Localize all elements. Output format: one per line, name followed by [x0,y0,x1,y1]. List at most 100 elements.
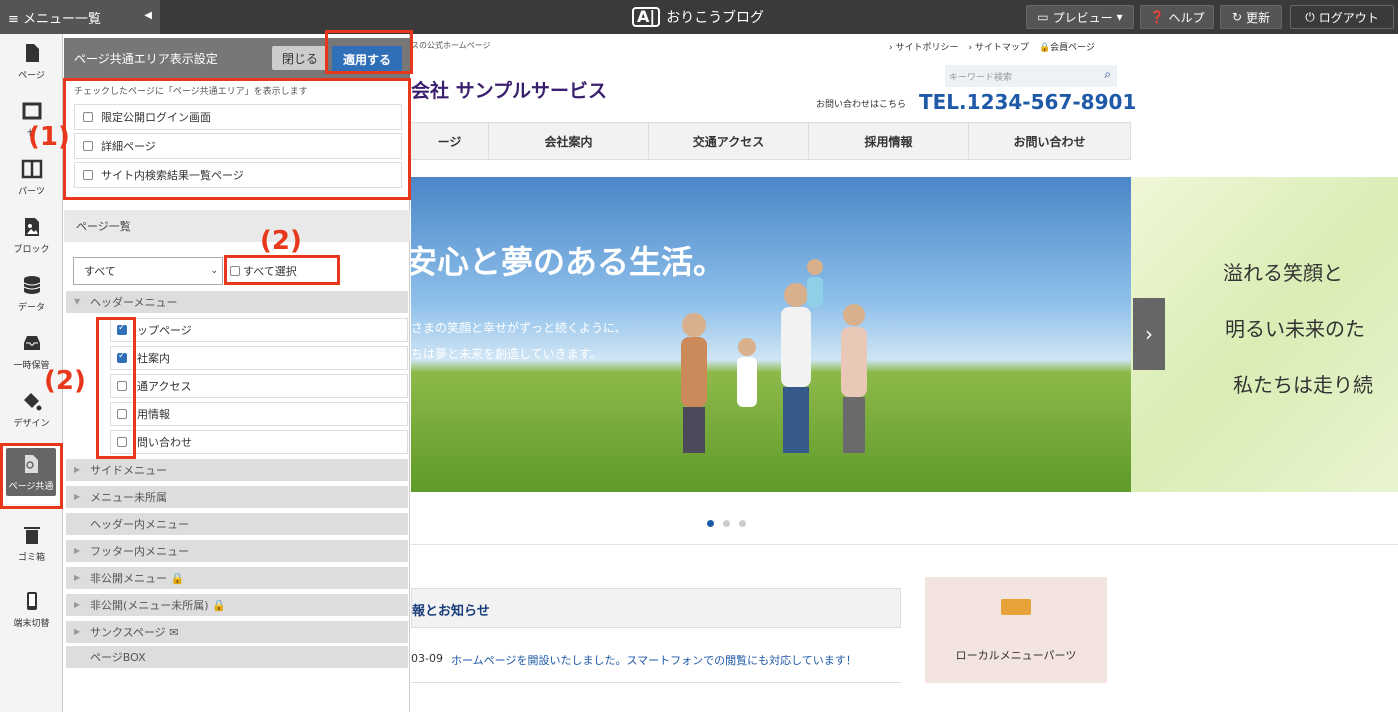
lock-icon: 🔒 [212,598,226,612]
site-nav-item[interactable]: ージ [411,123,489,160]
slider-dot[interactable] [723,520,730,527]
chevron-right-icon: ▶ [74,492,81,501]
member-link[interactable]: 🔒会員ページ [1039,40,1095,53]
local-menu-parts[interactable]: ローカルメニューパーツ [925,577,1107,683]
sitemap-link[interactable]: › サイトマップ [968,40,1028,53]
apply-button[interactable]: 適用する [332,46,402,72]
site-search[interactable]: キーワード検索 ⌕ [945,65,1117,87]
question-icon: ❓ [1149,10,1165,24]
page-row[interactable]: ップページ [110,318,408,342]
page-row[interactable]: 社案内 [110,346,408,370]
logout-button[interactable]: ⏻ ログアウト [1290,5,1394,29]
option-label: 限定公開ログイン画面 [101,111,211,124]
group-label: 非公開メニュー [90,572,167,585]
chevron-down-icon: ▼ [74,297,81,306]
lock-icon: 🔒 [1038,43,1051,53]
nav-parts[interactable]: パーツ [0,152,63,208]
nav-page-common[interactable]: ページ共通 [0,444,63,504]
preview-button[interactable]: ▭ プレビュー ▾ [1026,5,1134,29]
option-row[interactable]: 詳細ページ [74,133,402,159]
refresh-button[interactable]: ↻ 更新 [1220,5,1282,29]
page-label: ップページ [137,324,192,337]
slider-dots [707,520,746,527]
page-checkbox[interactable] [117,409,127,419]
group-label: ヘッダーメニュー [90,296,178,309]
group-side-menu[interactable]: ▶ サイドメニュー [66,459,408,481]
chevron-right-icon: ▶ [74,627,81,636]
chevron-right-icon: ▶ [74,600,81,609]
select-all-checkbox[interactable] [230,266,240,276]
nav-trash-label: ゴミ箱 [17,553,45,563]
site-nav-item[interactable]: 採用情報 [809,123,969,160]
chevron-down-icon: ▾ [1116,10,1123,24]
nav-data[interactable]: データ [0,268,63,324]
image-icon [24,218,39,236]
page-checkbox[interactable] [117,437,127,447]
site-nav-item[interactable]: 会社案内 [489,123,649,160]
brand: A| おりこうブログ [632,7,764,27]
group-unassigned[interactable]: ▶ メニュー未所属 [66,486,408,508]
help-button[interactable]: ❓ ヘルプ [1140,5,1214,29]
checkbox[interactable] [83,141,93,151]
page-row[interactable]: 用情報 [110,402,408,426]
page-filter-select[interactable]: すべて ⌄ [73,257,223,285]
group-label: フッター内メニュー [90,545,189,558]
trash-icon [23,527,40,544]
group-private[interactable]: ▶ 非公開メニュー 🔒 [66,567,408,589]
chevron-right-icon: ▶ [74,465,81,474]
group-thanks[interactable]: ▶ サンクスページ ✉ [66,621,408,643]
site-nav-item[interactable]: 交通アクセス [649,123,809,160]
group-label: メニュー未所属 [90,491,167,504]
news-link[interactable]: ホームページを開設いたしました。スマートフォンでの閲覧にも対応しています！ [451,652,857,668]
page-row[interactable]: 通アクセス [110,374,408,398]
nav-trash[interactable]: ゴミ箱 [0,518,63,574]
checkbox[interactable] [83,170,93,180]
nav-block[interactable]: ブロック [0,210,63,266]
group-label: ページBOX [90,651,146,664]
lock-icon: 🔒 [170,571,185,585]
hero-line-1: さまの笑顔と幸せがずっと続くように、 [411,321,627,335]
annotation-2: (2) [260,226,302,256]
slider-dot[interactable] [707,520,714,527]
inbox-icon [23,336,40,350]
close-button[interactable]: 閉じる [272,46,328,70]
group-footer-inner[interactable]: ▶ フッター内メニュー [66,540,408,562]
news-header: 報とお知らせ [411,588,901,628]
menu-list-label: ≡ メニュー一覧 [8,11,102,27]
site-policy-link[interactable]: › サイトポリシー [889,40,958,53]
option-row[interactable]: サイト内検索結果一覧ページ [74,162,402,188]
page-checkbox[interactable] [117,381,127,391]
slider-next-arrow[interactable]: › [1133,298,1165,370]
news-date: 03-09 [411,652,443,665]
site-nav-item[interactable]: お問い合わせ [969,123,1131,160]
section-icon [22,102,41,120]
nav-design-label: デザイン [13,419,50,429]
nav-page[interactable]: ページ [0,36,63,92]
panel-title: ページ共通エリア表示設定 [74,51,218,66]
paint-icon [23,393,41,411]
page-checkbox[interactable] [117,351,127,363]
slider-dot[interactable] [739,520,746,527]
search-placeholder: キーワード検索 [949,73,1013,83]
search-icon[interactable]: ⌕ [1104,67,1111,82]
parts-icon [21,159,42,179]
page-row[interactable]: 問い合わせ [110,430,408,454]
page-checkbox[interactable] [117,323,127,335]
option-label: 詳細ページ [101,140,156,153]
menu-list-toggle[interactable]: ≡ メニュー一覧 ◀ [0,0,160,34]
checkbox[interactable] [83,112,93,122]
option-row[interactable]: 限定公開ログイン画面 [74,104,402,130]
page-icon [25,44,39,62]
select-all-label: すべて選択 [243,265,297,278]
page-common-panel: ページ共通エリア表示設定 閉じる 適用する チェックしたページに「ページ共通エリ… [64,34,410,712]
group-header-inner[interactable]: ヘッダー内メニュー [66,513,408,535]
collapse-icon[interactable]: ◀ [144,10,152,21]
select-all[interactable]: すべて選択 [230,263,297,279]
group-header-menu[interactable]: ▼ ヘッダーメニュー [66,291,408,313]
group-label: 非公開(メニュー未所属) [90,599,209,612]
filter-value: すべて [84,265,116,278]
nav-device[interactable]: 端末切替 [0,584,63,640]
group-page-box[interactable]: ページBOX [66,646,408,668]
family-photo [681,259,867,453]
group-private-unassigned[interactable]: ▶ 非公開(メニュー未所属) 🔒 [66,594,408,616]
